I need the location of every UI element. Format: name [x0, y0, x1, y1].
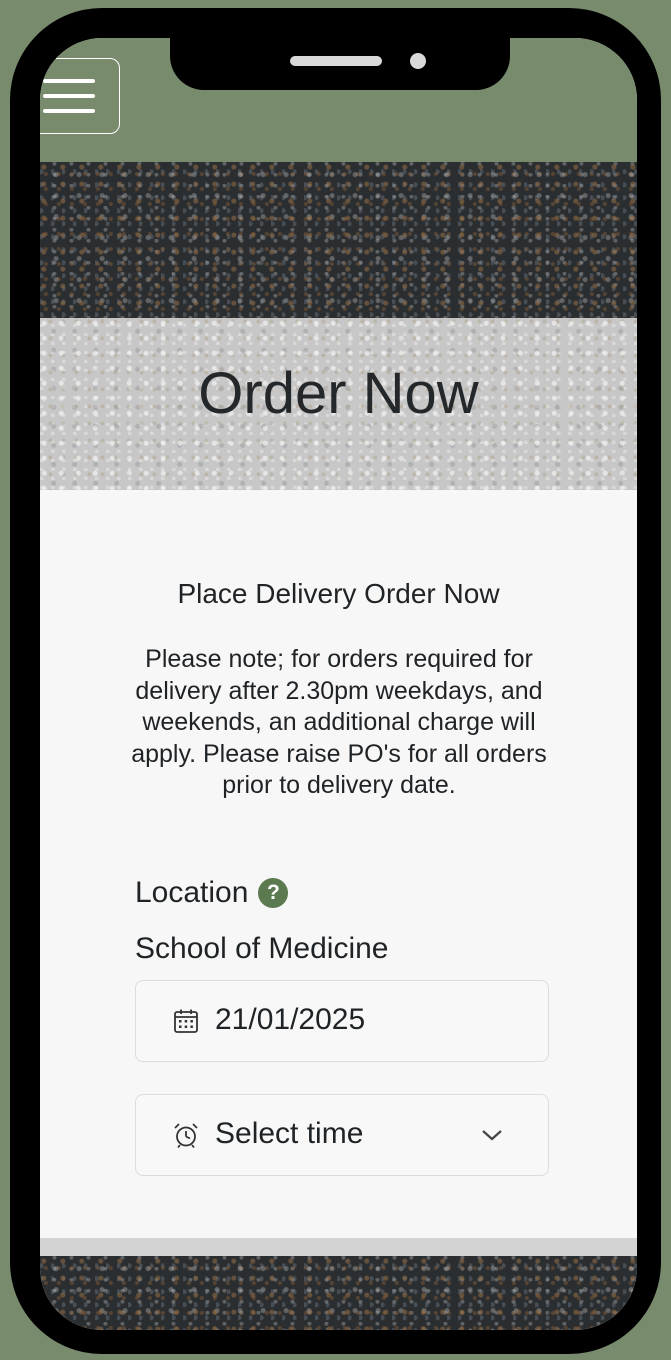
alarm-clock-icon — [174, 1123, 198, 1149]
form-subtitle: Place Delivery Order Now — [177, 578, 500, 609]
hamburger-icon — [43, 79, 95, 83]
footer-banner — [40, 1256, 637, 1330]
phone-screen: Order Now Place Delivery Order Now Pleas… — [40, 38, 637, 1330]
location-label: Location ? — [135, 876, 289, 910]
calendar-icon — [174, 1009, 198, 1033]
page-title: Order Now — [198, 361, 479, 426]
time-placeholder: Select time — [215, 1117, 364, 1150]
hero-banner — [40, 162, 637, 318]
hamburger-icon-line — [43, 94, 95, 98]
menu-button[interactable] — [40, 58, 120, 134]
phone-frame: Order Now Place Delivery Order Now Pleas… — [10, 8, 661, 1354]
date-input[interactable]: 21/01/2025 — [135, 980, 549, 1062]
date-value: 21/01/2025 — [215, 1003, 366, 1036]
phone-notch — [170, 38, 510, 90]
order-form: Place Delivery Order Now Please note; fo… — [40, 490, 637, 1238]
front-camera — [410, 53, 426, 69]
question-circle-icon[interactable]: ? — [258, 878, 289, 908]
location-label-text: Location — [135, 876, 249, 909]
delivery-note: Please note; for orders required for del… — [131, 645, 547, 799]
location-value: School of Medicine — [135, 932, 389, 965]
footer-divider — [40, 1238, 637, 1256]
time-select[interactable]: Select time — [135, 1094, 549, 1176]
hamburger-icon-line — [43, 109, 95, 113]
speaker-grille — [290, 56, 382, 66]
chevron-down-icon — [482, 1130, 502, 1141]
